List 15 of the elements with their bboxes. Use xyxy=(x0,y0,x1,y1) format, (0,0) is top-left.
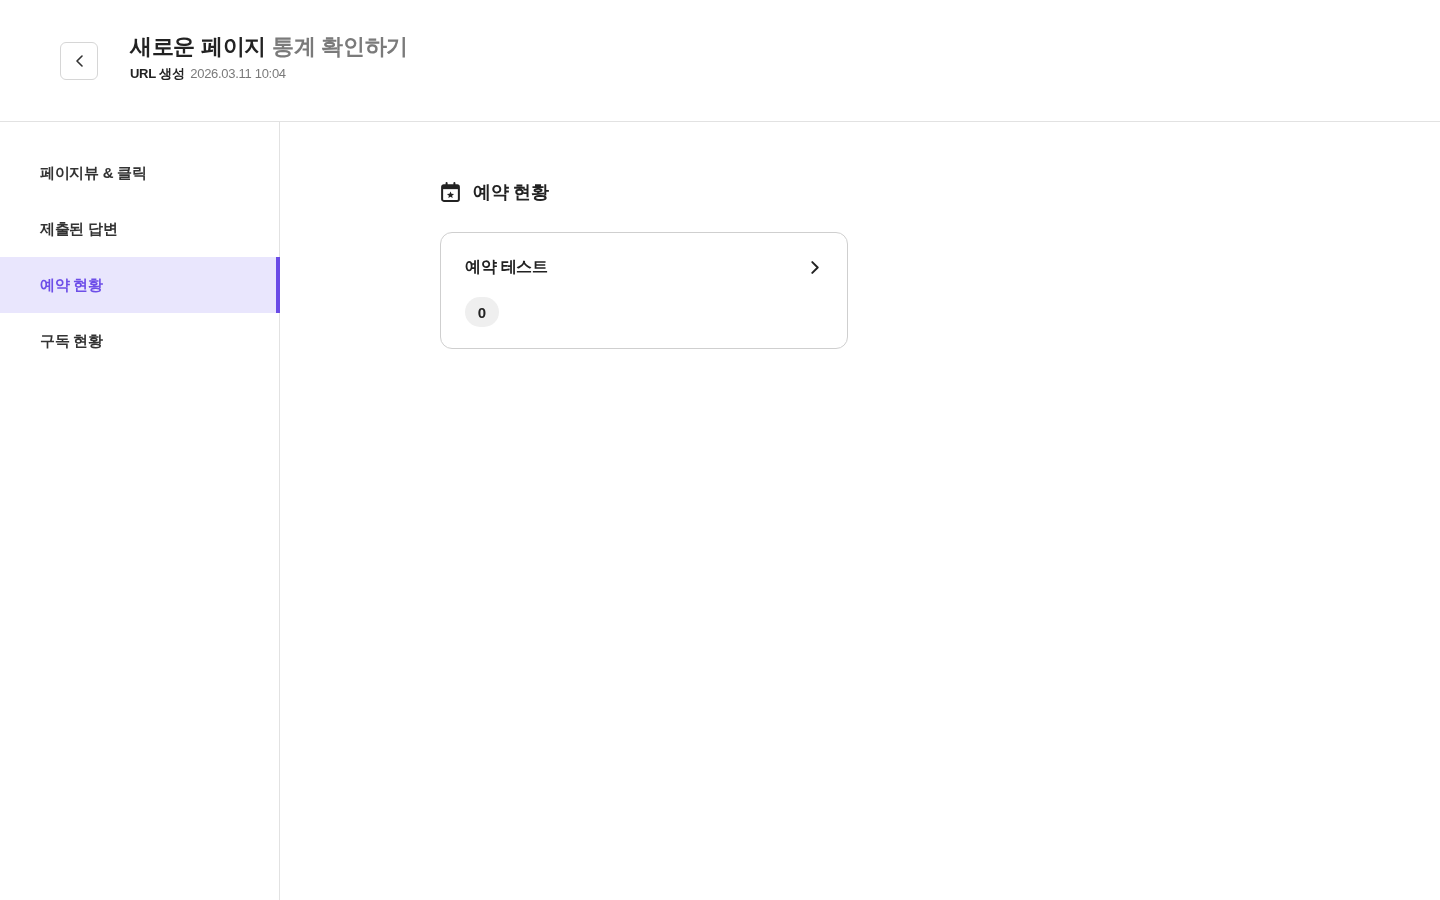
section-title: 예약 현황 xyxy=(473,181,549,204)
sidebar-item[interactable]: 구독 현황 xyxy=(0,313,280,369)
chevron-right-icon xyxy=(811,260,819,274)
back-button[interactable] xyxy=(60,42,98,80)
reservation-card[interactable]: 예약 테스트 0 xyxy=(440,232,848,349)
page-subtitle: 통계 확인하기 xyxy=(272,33,409,61)
page-title: 새로운 페이지 xyxy=(130,33,266,61)
chevron-left-icon xyxy=(75,55,83,67)
card-title: 예약 테스트 xyxy=(465,256,548,277)
sidebar-item[interactable]: 제출된 답변 xyxy=(0,201,280,257)
meta-label: URL 생성 xyxy=(130,65,185,83)
sidebar-item[interactable]: 페이지뷰 & 클릭 xyxy=(0,145,280,201)
sidebar-item[interactable]: 예약 현황 xyxy=(0,257,280,313)
count-badge: 0 xyxy=(465,297,499,327)
meta-date: 2026.03.11 10:04 xyxy=(190,65,286,83)
